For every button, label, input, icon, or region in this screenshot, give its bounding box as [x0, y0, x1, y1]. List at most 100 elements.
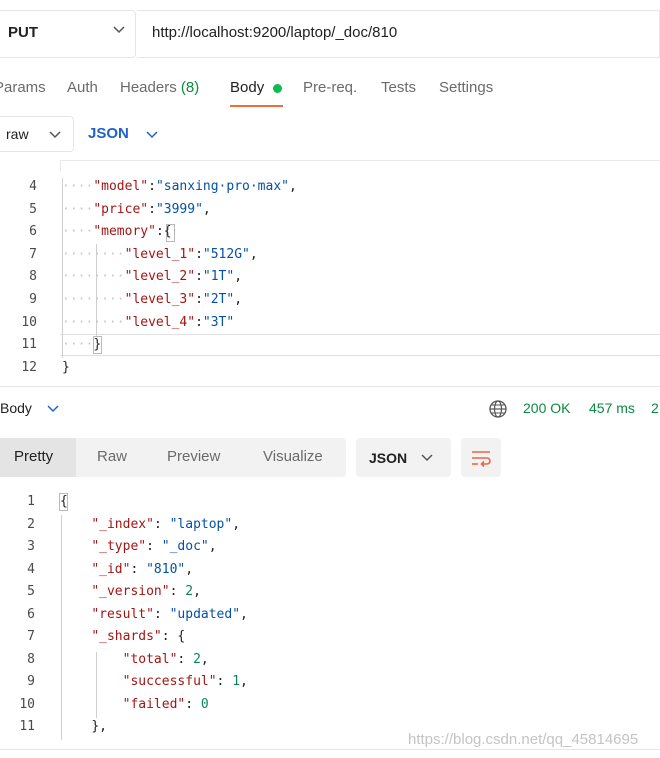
pane-divider[interactable] — [0, 386, 660, 387]
code-token: , — [232, 517, 241, 532]
code-line[interactable]: ····"model":"sanxing·pro·max", — [62, 179, 297, 194]
editor-top-border — [60, 160, 660, 171]
line-number: 4 — [27, 562, 35, 577]
chevron-down-icon[interactable] — [145, 127, 159, 146]
body-type-label: raw — [6, 126, 29, 142]
code-line[interactable]: }, — [60, 719, 107, 734]
code-token: "level_3" — [124, 292, 196, 307]
code-line[interactable]: "_index": "laptop", — [60, 517, 240, 532]
view-visualize[interactable]: Visualize — [263, 448, 323, 465]
code-token: "failed" — [122, 697, 186, 712]
code-token: 1 — [232, 674, 241, 689]
code-token: } — [62, 360, 70, 375]
code-token: : — [153, 517, 170, 532]
headers-count: (8) — [180, 79, 200, 96]
code-token: { — [177, 629, 186, 644]
url-text[interactable]: http://localhost:9200/laptop/_doc/810 — [152, 24, 397, 41]
code-token: : — [161, 629, 178, 644]
tab-params[interactable]: Params — [0, 79, 46, 96]
code-token: , — [240, 674, 248, 689]
code-line[interactable]: "_version": 2, — [60, 584, 201, 599]
code-token: "512G" — [202, 247, 250, 262]
tab-headers-label: Headers — [120, 79, 177, 96]
chevron-down-icon[interactable] — [48, 127, 62, 146]
line-number: 10 — [21, 315, 37, 330]
code-token: : — [177, 652, 194, 667]
code-line[interactable]: ········"level_3":"2T", — [62, 292, 242, 307]
line-number: 6 — [27, 607, 35, 622]
code-line[interactable]: } — [62, 360, 70, 375]
tab-pre-request[interactable]: Pre-req. — [303, 79, 357, 96]
tab-auth[interactable]: Auth — [67, 79, 98, 96]
response-time[interactable]: 457 ms — [589, 400, 635, 416]
chevron-down-icon[interactable] — [112, 22, 126, 41]
line-number: 5 — [29, 202, 37, 217]
code-token: "updated" — [169, 607, 241, 622]
code-line[interactable]: { — [60, 494, 68, 509]
code-token: : — [195, 269, 203, 284]
code-token: 0 — [200, 697, 209, 712]
status-code[interactable]: 200 OK — [523, 400, 570, 416]
code-token: , — [234, 292, 243, 307]
line-number: 8 — [27, 652, 35, 667]
code-token: : — [130, 562, 147, 577]
code-token: : — [153, 607, 170, 622]
code-line[interactable]: "total": 2, — [60, 652, 209, 667]
tab-tests[interactable]: Tests — [381, 79, 416, 96]
globe-icon[interactable] — [488, 399, 508, 424]
line-number: 1 — [27, 494, 35, 509]
line-number: 12 — [21, 360, 37, 375]
code-line[interactable]: ········"level_2":"1T", — [62, 269, 242, 284]
code-token: "level_2" — [124, 269, 196, 284]
code-token: , — [193, 584, 201, 599]
code-token: "successful" — [122, 674, 217, 689]
code-line[interactable]: "_shards": { — [60, 629, 185, 644]
code-line[interactable]: "_type": "_doc", — [60, 539, 217, 554]
editor-current-line — [60, 334, 660, 356]
code-token: ···· — [62, 337, 94, 352]
response-size[interactable]: 2 — [651, 400, 659, 416]
line-number: 11 — [19, 719, 35, 734]
response-section-label[interactable]: Body — [0, 400, 32, 416]
view-pretty[interactable]: Pretty — [14, 448, 53, 465]
code-token: , — [200, 652, 209, 667]
code-token: ···· — [62, 179, 94, 194]
active-tab-underline — [230, 105, 283, 107]
code-line[interactable]: "result": "updated", — [60, 607, 248, 622]
tab-headers[interactable]: Headers (8) — [120, 79, 199, 96]
line-number: 7 — [27, 629, 35, 644]
line-number: 2 — [27, 517, 35, 532]
code-line[interactable]: ····"price":"3999", — [62, 202, 211, 217]
view-raw[interactable]: Raw — [97, 448, 127, 465]
code-line[interactable]: "successful": 1, — [60, 674, 248, 689]
code-line[interactable]: ····"memory":{ — [62, 224, 172, 239]
code-token: "_version" — [91, 584, 170, 599]
line-number: 9 — [27, 674, 35, 689]
code-token: : — [169, 584, 186, 599]
line-number: 11 — [21, 337, 37, 352]
code-token: : — [195, 292, 203, 307]
code-line[interactable]: ········"level_1":"512G", — [62, 247, 258, 262]
code-line[interactable]: ····} — [62, 337, 101, 352]
code-token: ········ — [62, 269, 125, 284]
tab-body[interactable]: Body — [230, 79, 264, 96]
code-line[interactable]: "failed": 0 — [60, 697, 209, 712]
view-preview[interactable]: Preview — [167, 448, 220, 465]
code-token: }, — [91, 719, 107, 734]
code-token: 2 — [193, 652, 201, 667]
line-number: 5 — [27, 584, 35, 599]
tab-settings[interactable]: Settings — [439, 79, 493, 96]
code-token: "3999" — [155, 202, 203, 217]
bottom-border — [0, 749, 660, 750]
chevron-down-icon[interactable] — [46, 401, 60, 420]
code-token: , — [208, 539, 217, 554]
body-format-select[interactable]: JSON — [88, 125, 129, 142]
code-line[interactable]: "_id": "810", — [60, 562, 193, 577]
code-token: "_shards" — [91, 629, 162, 644]
code-line[interactable]: ········"level_4":"3T" — [62, 315, 234, 330]
body-indicator-dot — [273, 84, 282, 93]
